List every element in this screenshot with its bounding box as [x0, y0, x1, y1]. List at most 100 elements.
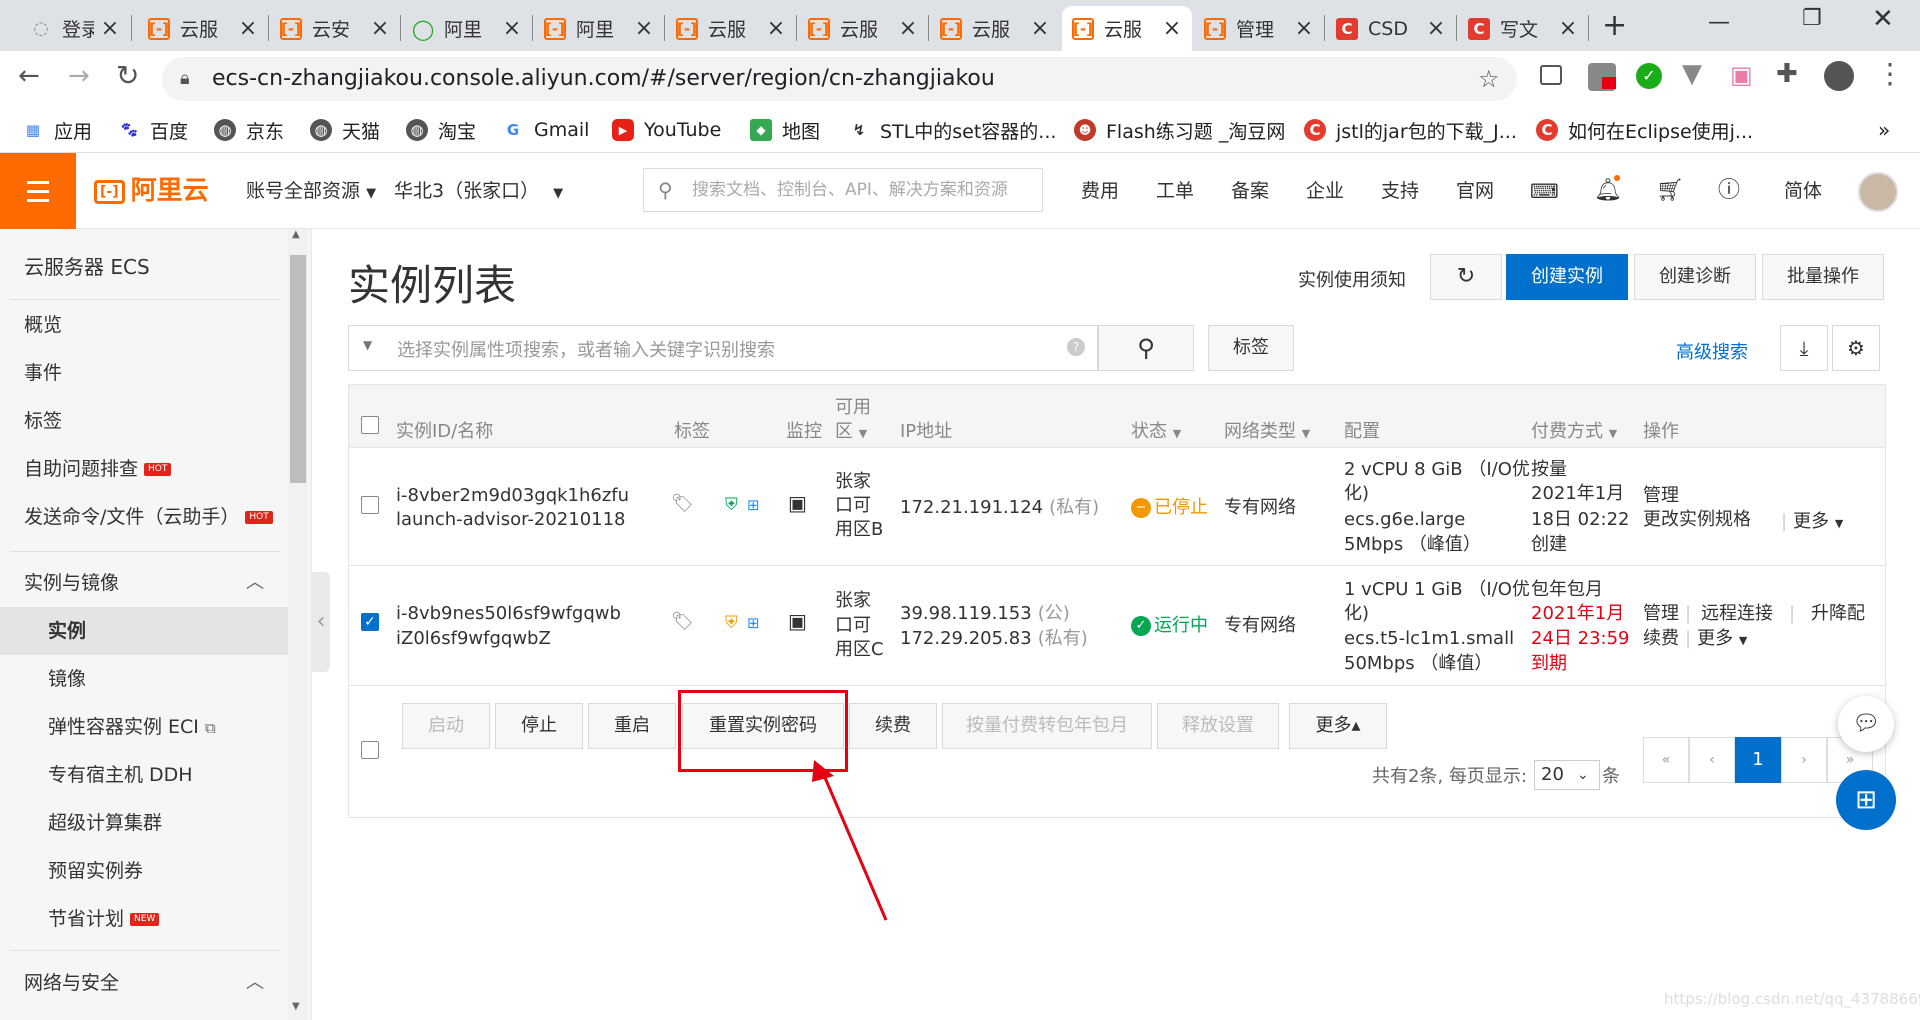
minimize-button[interactable]: —: [1708, 10, 1730, 35]
nav-support[interactable]: 支持: [1381, 153, 1419, 229]
bookmark-jd[interactable]: ◍ 京东: [214, 115, 284, 145]
convert-billing-button[interactable]: 按量付费转包年包月: [942, 703, 1152, 749]
browser-tab[interactable]: C 写文 ×: [1458, 6, 1588, 51]
sidebar-item-eci[interactable]: 弹性容器实例 ECI ⧉: [0, 703, 288, 751]
extension-v-icon[interactable]: ▼: [1682, 59, 1702, 89]
bookmark-apps[interactable]: ▦ 应用: [22, 115, 92, 145]
apps-float-button[interactable]: ⊞: [1836, 770, 1896, 830]
sidebar-item-overview[interactable]: 概览: [0, 301, 288, 349]
browser-tab[interactable]: [-] 云服 ×: [138, 6, 268, 51]
bookmark-flash[interactable]: ☻ Flash练习题 _淘豆网: [1074, 115, 1285, 145]
scroll-up-icon[interactable]: ▲: [292, 229, 300, 240]
renew-link[interactable]: 续费: [1643, 626, 1679, 651]
cast-icon[interactable]: [1540, 65, 1562, 85]
browser-tab[interactable]: [-] 云服 ×: [666, 6, 796, 51]
create-diagnose-button[interactable]: 创建诊断: [1634, 254, 1756, 300]
remote-connect-link[interactable]: 远程连接: [1701, 601, 1773, 626]
row-checkbox-checked[interactable]: ✓: [361, 613, 379, 631]
sidebar-group-network-security[interactable]: 网络与安全 ︿: [0, 959, 288, 1007]
browser-tab[interactable]: [-] 云服 ×: [930, 6, 1060, 51]
extension-icon[interactable]: [1588, 63, 1616, 91]
nav-tickets[interactable]: 工单: [1156, 153, 1194, 229]
nav-icp[interactable]: 备案: [1231, 153, 1269, 229]
instance-type-link[interactable]: ecs.g6e.large: [1344, 507, 1465, 532]
monitor-chart-icon[interactable]: ▣: [788, 609, 807, 634]
bookmark-tmall[interactable]: ◍ 天猫: [310, 115, 380, 145]
sidebar-group-instances-images[interactable]: 实例与镜像 ︿: [0, 559, 288, 607]
prev-page-button[interactable]: ‹: [1689, 737, 1735, 783]
browser-tab-active[interactable]: [-] 云服 ×: [1062, 6, 1192, 51]
instance-search-input[interactable]: ▼ 选择实例属性项搜索，或者输入关键字识别搜索 ?: [348, 325, 1098, 371]
stop-button[interactable]: 停止: [495, 703, 583, 749]
sidebar-item-tags[interactable]: 标签: [0, 397, 288, 445]
bookmark-taobao[interactable]: ◍ 淘宝: [406, 115, 476, 145]
bookmark-jstl[interactable]: Cjstl的jar包的下载_J...: [1304, 115, 1517, 145]
sidebar-item-events[interactable]: 事件: [0, 349, 288, 397]
tag-icon[interactable]: 🏷︎: [671, 609, 694, 634]
browser-tab[interactable]: [-] 云安 ×: [270, 6, 400, 51]
bookmarks-overflow[interactable]: »: [1878, 115, 1890, 145]
close-icon[interactable]: ×: [1294, 16, 1314, 41]
close-icon[interactable]: ×: [1162, 16, 1182, 41]
window-close-button[interactable]: ✕: [1872, 4, 1894, 34]
sidebar-item-cloud-assistant[interactable]: 发送命令/文件（云助手） HOT: [0, 493, 288, 541]
reload-icon[interactable]: ↻: [116, 59, 139, 92]
bookmark-baidu[interactable]: 🐾︎ 百度: [118, 115, 188, 145]
footer-select-checkbox[interactable]: [361, 741, 379, 759]
close-icon[interactable]: ×: [1558, 16, 1578, 41]
download-button[interactable]: ⤓: [1780, 325, 1828, 371]
search-button[interactable]: ⚲: [1098, 325, 1194, 371]
language-switch[interactable]: 简体: [1784, 153, 1822, 229]
more-dropdown-button[interactable]: 更多▴: [1289, 703, 1387, 749]
change-spec-link[interactable]: 更改实例规格: [1643, 507, 1751, 532]
sidebar-item-reserved[interactable]: 预留实例券: [0, 847, 288, 895]
release-settings-button[interactable]: 释放设置: [1157, 703, 1279, 749]
chat-float-button[interactable]: 💬︎: [1838, 696, 1894, 752]
scrollbar-thumb[interactable]: [290, 255, 306, 483]
advanced-search-link[interactable]: 高级搜索: [1676, 338, 1748, 364]
create-instance-button[interactable]: 创建实例: [1506, 254, 1628, 300]
bookmark-gmail[interactable]: G Gmail: [502, 115, 590, 145]
back-arrow-icon[interactable]: ←: [18, 61, 40, 91]
bookmark-stl[interactable]: ↯ STL中的set容器的...: [848, 115, 1057, 145]
aliyun-logo[interactable]: [-] 阿里云: [94, 153, 209, 229]
more-actions-dropdown[interactable]: | 更多 ▼: [1781, 509, 1843, 536]
help-icon[interactable]: ?: [1067, 338, 1085, 356]
sidebar-item-ddh[interactable]: 专有宿主机 DDH: [0, 751, 288, 799]
close-icon[interactable]: ×: [1030, 16, 1050, 41]
sidebar-item-troubleshoot[interactable]: 自助问题排查 HOT: [0, 445, 288, 493]
more-actions-dropdown[interactable]: | 更多 ▼: [1685, 626, 1747, 653]
browser-tab[interactable]: [-] 云服 ×: [798, 6, 928, 51]
scroll-down-icon[interactable]: ▼: [292, 1001, 300, 1012]
monitor-chart-icon[interactable]: ▣: [788, 491, 807, 516]
extension-check-icon[interactable]: ✓: [1636, 63, 1662, 89]
tag-icon[interactable]: 🏷︎: [671, 491, 694, 516]
instance-id-link[interactable]: i-8vber2m9d03gqk1h6zfu: [396, 483, 629, 508]
bell-icon[interactable]: 🔔︎: [1594, 153, 1622, 229]
nav-official[interactable]: 官网: [1456, 153, 1494, 229]
batch-operations-button[interactable]: 批量操作: [1762, 254, 1884, 300]
new-tab-button[interactable]: +: [1602, 6, 1627, 46]
settings-button[interactable]: ⚙: [1832, 325, 1880, 371]
region-dropdown[interactable]: 华北3（张家口） ▼: [394, 153, 563, 229]
sidebar-item-images[interactable]: 镜像: [0, 655, 288, 703]
first-page-button[interactable]: «: [1643, 737, 1689, 783]
browser-tab[interactable]: [-] 管理 ×: [1194, 6, 1324, 51]
shield-icon[interactable]: ⛨: [725, 611, 738, 636]
sidebar-scrollbar[interactable]: ▲ ▼: [288, 229, 308, 1020]
browser-tab[interactable]: [-] 阿里 ×: [534, 6, 664, 51]
forward-arrow-icon[interactable]: →: [68, 61, 90, 91]
account-dropdown[interactable]: 账号全部资源 ▼: [246, 153, 376, 229]
profile-icon[interactable]: [1824, 61, 1854, 91]
instance-id-link[interactable]: i-8vb9nes50l6sf9wfgqwb: [396, 601, 621, 626]
close-icon[interactable]: ×: [898, 16, 918, 41]
close-icon[interactable]: ×: [502, 16, 522, 41]
start-button[interactable]: 启动: [402, 703, 490, 749]
refresh-button[interactable]: ↻: [1430, 254, 1502, 300]
tag-filter-button[interactable]: 标签: [1208, 325, 1294, 371]
instance-notice-link[interactable]: 实例使用须知: [1298, 266, 1406, 292]
puzzle-icon[interactable]: ✚: [1776, 59, 1798, 89]
menu-dots-icon[interactable]: ⋮: [1876, 57, 1904, 90]
url-field[interactable]: 🔒︎ ecs-cn-zhangjiakou.console.aliyun.com…: [162, 57, 1517, 101]
renew-button[interactable]: 续费: [849, 703, 937, 749]
